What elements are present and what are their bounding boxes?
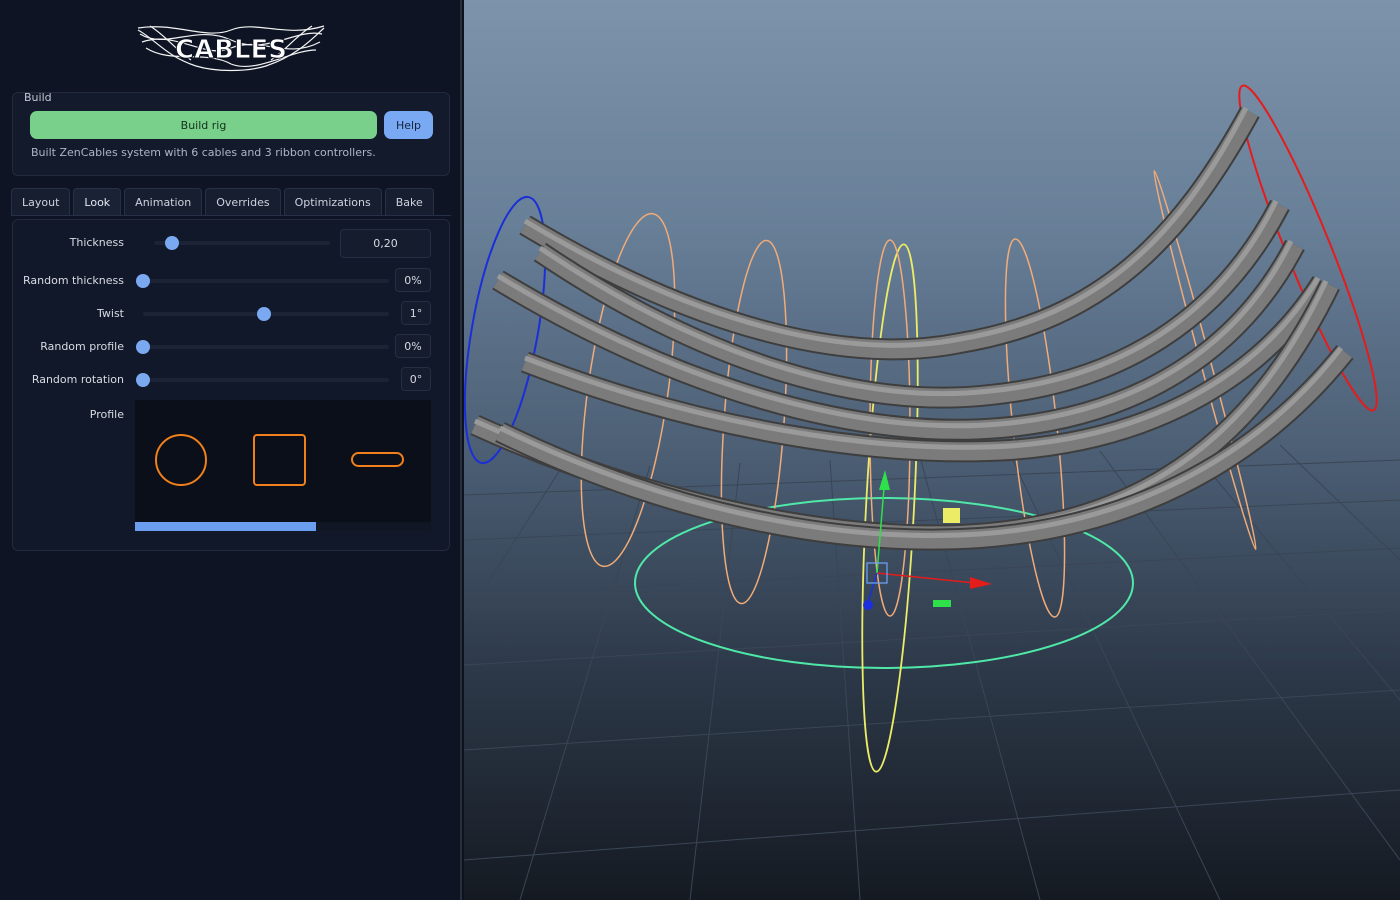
- profile-picker: [135, 400, 431, 531]
- profile-scrollbar-thumb[interactable]: [135, 522, 316, 531]
- flat-profile-icon[interactable]: [351, 452, 404, 467]
- thickness-value-field[interactable]: 0,20: [340, 229, 431, 258]
- thickness-slider-handle[interactable]: [164, 236, 179, 250]
- tab-look[interactable]: Look: [73, 188, 122, 216]
- square-profile-icon[interactable]: [253, 434, 306, 486]
- build-rig-button[interactable]: Build rig: [30, 111, 377, 139]
- tab-bar: Layout Look Animation Overrides Optimiza…: [11, 188, 434, 216]
- twist-label: Twist: [97, 307, 124, 320]
- circle-profile-icon[interactable]: [155, 434, 207, 486]
- 3d-viewport[interactable]: [464, 0, 1400, 900]
- thickness-label: Thickness: [69, 236, 124, 249]
- random-rotation-slider[interactable]: [143, 378, 389, 382]
- profile-label: Profile: [89, 408, 124, 421]
- center-yellow-controller[interactable]: [852, 243, 928, 773]
- random-thickness-slider[interactable]: [143, 279, 389, 283]
- build-group: Build Build rig Help Built ZenCables sys…: [12, 91, 450, 176]
- cables-logo: CABLES: [137, 25, 325, 72]
- green-plane-handle-icon: [933, 600, 951, 607]
- random-profile-slider[interactable]: [143, 345, 389, 349]
- twist-slider-handle[interactable]: [256, 307, 271, 321]
- yellow-handle-icon: [943, 508, 960, 523]
- x-axis-arrow-icon: [970, 577, 992, 589]
- thickness-slider[interactable]: [154, 241, 330, 245]
- cables-panel: CABLES Build Build rig Help Built ZenCab…: [0, 0, 462, 900]
- tab-optimizations[interactable]: Optimizations: [283, 188, 382, 216]
- help-button[interactable]: Help: [384, 111, 433, 139]
- y-axis-arrow-icon: [879, 470, 890, 490]
- cables-logo-text: CABLES: [175, 35, 287, 65]
- tab-divider: [11, 215, 451, 216]
- build-status-text: Built ZenCables system with 6 cables and…: [31, 146, 376, 159]
- floor-grid: [464, 444, 1400, 900]
- random-profile-slider-handle[interactable]: [136, 340, 150, 354]
- look-settings-panel: Thickness 0,20 Random thickness 0% Twist…: [12, 219, 450, 551]
- random-thickness-value-field[interactable]: 0%: [395, 268, 431, 292]
- random-rotation-label: Random rotation: [31, 373, 124, 386]
- random-rotation-value-field[interactable]: 0°: [401, 367, 431, 391]
- tab-layout[interactable]: Layout: [11, 188, 71, 216]
- random-rotation-slider-handle[interactable]: [136, 373, 150, 387]
- build-group-label: Build: [24, 91, 52, 104]
- random-profile-label: Random profile: [40, 340, 124, 353]
- tab-animation[interactable]: Animation: [124, 188, 203, 216]
- z-axis-handle-icon: [863, 600, 873, 610]
- tab-overrides[interactable]: Overrides: [205, 188, 281, 216]
- tab-bake[interactable]: Bake: [384, 188, 434, 216]
- random-thickness-slider-handle[interactable]: [136, 274, 150, 288]
- random-thickness-label: Random thickness: [23, 274, 124, 287]
- twist-value-field[interactable]: 1°: [401, 301, 431, 325]
- random-profile-value-field[interactable]: 0%: [395, 334, 431, 358]
